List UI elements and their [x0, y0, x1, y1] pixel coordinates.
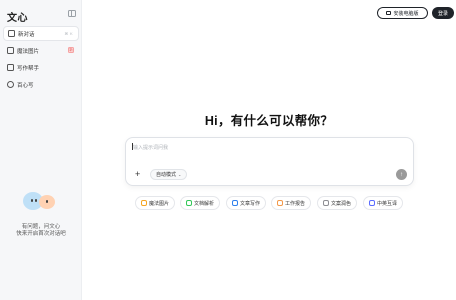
chip-label: 文章写作 — [240, 200, 261, 207]
promo-line-1: 有问题，问文心 — [21, 224, 61, 230]
sparkle-icon — [7, 81, 14, 88]
sidebar-toggle-icon[interactable] — [68, 10, 76, 17]
chip-label: 魔法图片 — [149, 200, 170, 207]
sidebar-item-label: 魔法图片 — [17, 48, 40, 55]
sidebar-item-label: 百心写 — [17, 82, 34, 89]
new-badge: 新 — [68, 47, 74, 53]
monitor-icon — [386, 11, 392, 15]
document-icon — [186, 200, 192, 206]
quick-action-translate[interactable]: 中英互译 — [363, 196, 404, 210]
quick-action-article-writing[interactable]: 文章写作 — [226, 196, 267, 210]
send-button[interactable]: ↑ — [396, 169, 407, 180]
new-chat-icon — [8, 30, 15, 37]
promo-text: 有问题，问文心 快来开启首次对话吧 — [0, 224, 82, 238]
chip-label: 工作报告 — [285, 200, 306, 207]
sidebar-item-magic-image[interactable]: 魔法图片 新 — [3, 43, 79, 58]
pen-icon — [232, 200, 238, 206]
translate-icon — [369, 200, 375, 206]
promo-line-2: 快来开启首次对话吧 — [16, 231, 66, 237]
shortcut-hint: ⌘ K — [64, 31, 73, 36]
promo-card: 有问题，问文心 快来开启首次对话吧 — [0, 188, 82, 238]
install-label: 安装电脑版 — [393, 10, 419, 17]
pen-icon — [7, 64, 14, 71]
quick-action-work-report[interactable]: 工作报告 — [271, 196, 312, 210]
plus-icon[interactable]: + — [135, 170, 140, 179]
install-desktop-button[interactable]: 安装电脑版 — [377, 7, 428, 19]
polish-icon — [323, 200, 329, 206]
mode-select[interactable]: 自动模式 ⌄ — [150, 169, 188, 180]
mascot-illustration — [21, 188, 61, 214]
image-icon — [7, 47, 14, 54]
sidebar-nav: 新对话 ⌘ K 魔法图片 新 写作帮手 百心写 — [3, 26, 79, 94]
login-button[interactable]: 登录 — [432, 7, 454, 19]
greeting-title: Hi，有什么可以帮你？ — [204, 114, 334, 128]
quick-action-doc-parse[interactable]: 文档解析 — [180, 196, 221, 210]
sidebar: 文心 新对话 ⌘ K 魔法图片 新 写作帮手 百心写 有问题，问文心 快来开启首… — [0, 0, 82, 300]
chip-label: 文案润色 — [331, 200, 352, 207]
sidebar-item-baixin[interactable]: 百心写 — [3, 77, 79, 92]
prompt-placeholder: 输入提示词问我 — [133, 145, 169, 151]
quick-action-magic-image[interactable]: 魔法图片 — [135, 196, 176, 210]
app-logo[interactable]: 文心 — [7, 9, 28, 24]
quick-action-copy-polish[interactable]: 文案润色 — [317, 196, 358, 210]
chevron-down-icon: ⌄ — [178, 172, 182, 177]
sidebar-item-label: 新对话 — [18, 31, 35, 38]
sidebar-item-label: 写作帮手 — [17, 65, 40, 72]
image-icon — [141, 200, 147, 206]
chip-label: 中英互译 — [377, 200, 398, 207]
prompt-input[interactable]: 输入提示词问我 + 自动模式 ⌄ ↑ — [125, 137, 414, 186]
arrow-up-icon: ↑ — [400, 171, 403, 178]
sidebar-item-new-chat[interactable]: 新对话 ⌘ K — [3, 26, 79, 41]
chip-label: 文档解析 — [194, 200, 215, 207]
report-icon — [277, 200, 283, 206]
mode-label: 自动模式 — [156, 172, 177, 178]
sidebar-item-writing-helper[interactable]: 写作帮手 — [3, 60, 79, 75]
